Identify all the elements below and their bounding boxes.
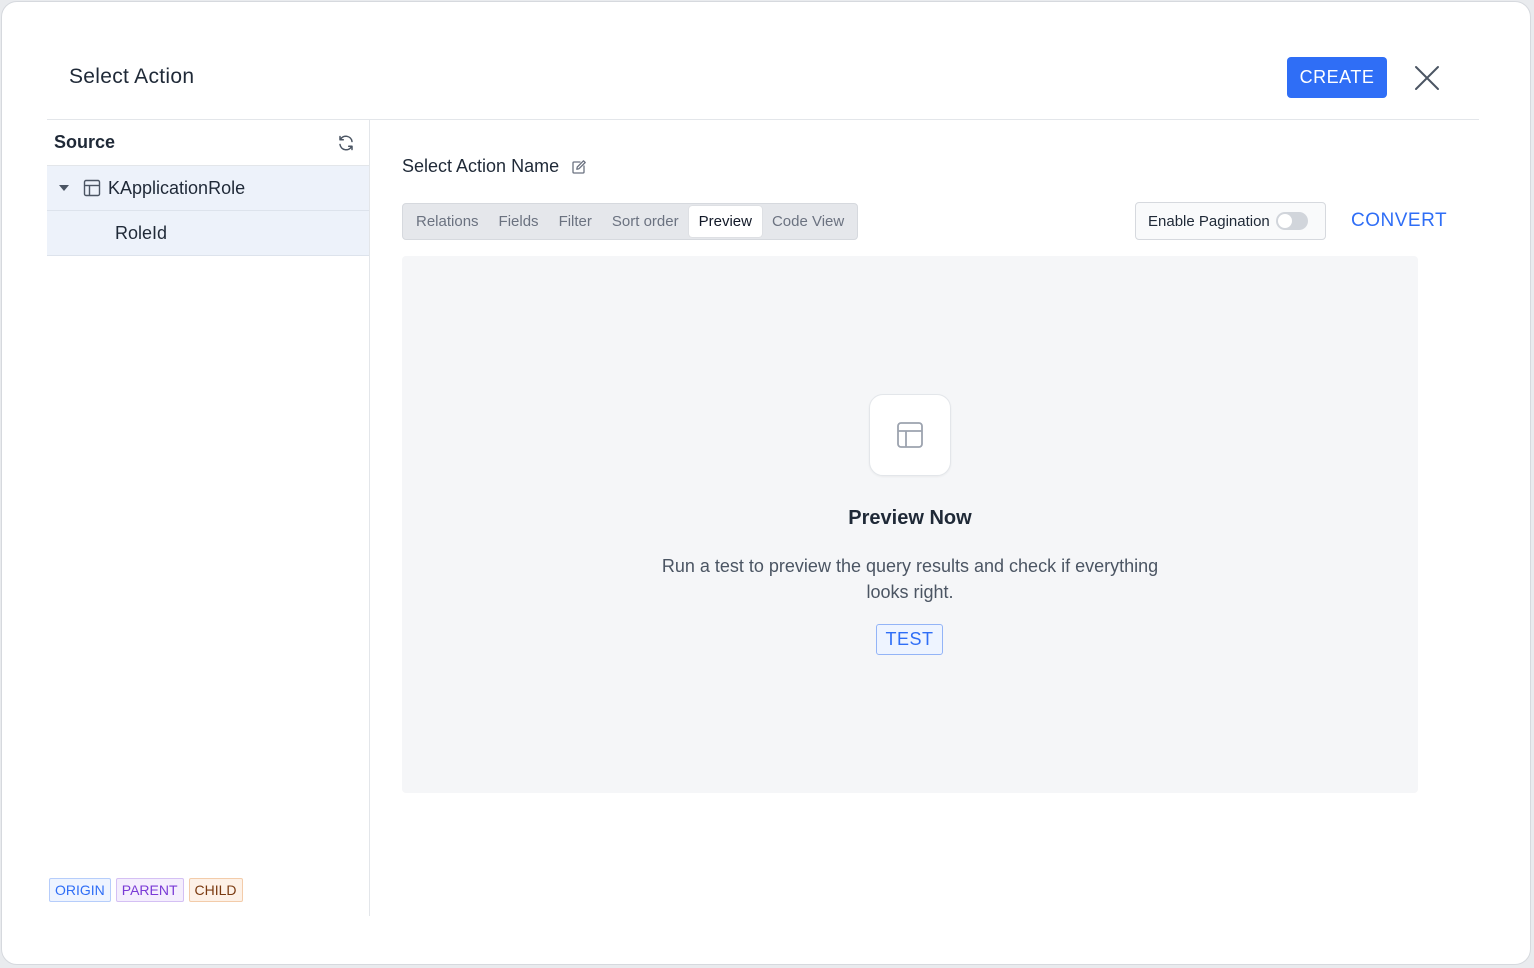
source-header: Source (47, 120, 369, 166)
action-tabs: Relations Fields Filter Sort order Previ… (402, 203, 859, 240)
tab-sort-order[interactable]: Sort order (602, 206, 689, 237)
toggle-knob (1277, 214, 1292, 228)
create-button[interactable]: CREATE (1287, 57, 1387, 98)
legend-child: CHILD (188, 878, 243, 902)
preview-title: Preview Now (848, 507, 972, 529)
tree-item-kapplicationrole[interactable]: KApplicationRole (47, 166, 369, 211)
tab-filter[interactable]: Filter (549, 206, 602, 237)
tree-item-label: KApplicationRole (108, 177, 246, 198)
pagination-label: Enable Pagination (1148, 212, 1270, 230)
relation-legend: ORIGIN PARENT CHILD (49, 878, 243, 902)
tree-item-roleid[interactable]: RoleId (47, 211, 369, 256)
caret-down-icon[interactable] (58, 182, 70, 194)
tab-code-view[interactable]: Code View (762, 206, 854, 237)
select-action-dialog: Select Action CREATE Source KApplication… (1, 1, 1531, 965)
source-title: Source (54, 132, 116, 152)
preview-description: Run a test to preview the query results … (661, 556, 1159, 602)
tab-preview[interactable]: Preview (688, 206, 762, 237)
edit-icon[interactable] (571, 159, 587, 175)
source-sidebar: Source KApplicationRole RoleId ORIGIN PA… (47, 120, 370, 916)
test-button[interactable]: TEST (876, 624, 943, 655)
dialog-title: Select Action (69, 65, 195, 88)
convert-button[interactable]: CONVERT (1351, 210, 1447, 232)
action-name-label: Select Action Name (402, 156, 560, 176)
tab-fields[interactable]: Fields (489, 206, 549, 237)
table-icon (83, 179, 101, 197)
preview-panel: Preview Now Run a test to preview the qu… (402, 256, 1418, 793)
legend-parent: PARENT (115, 878, 184, 902)
action-name: Select Action Name (402, 156, 587, 177)
refresh-icon[interactable] (337, 134, 355, 152)
legend-origin: ORIGIN (49, 878, 111, 902)
pagination-control: Enable Pagination (1135, 202, 1326, 240)
table-icon (896, 421, 924, 449)
tab-relations[interactable]: Relations (406, 206, 489, 237)
close-button[interactable] (1407, 58, 1447, 98)
pagination-toggle[interactable] (1275, 212, 1308, 230)
close-icon (1415, 66, 1439, 90)
tree-item-label: RoleId (115, 222, 168, 243)
preview-icon-box (869, 394, 951, 476)
